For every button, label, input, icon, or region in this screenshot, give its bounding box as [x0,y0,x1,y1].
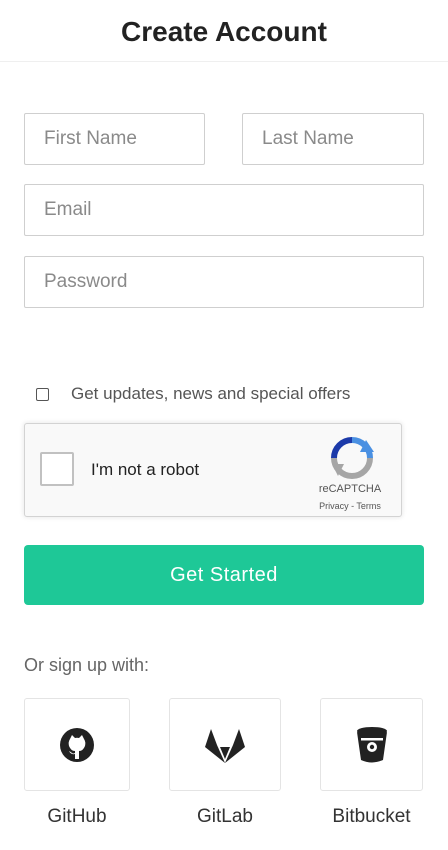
newsletter-optin[interactable]: Get updates, news and special offers [36,383,350,405]
last-name-field[interactable] [242,113,424,165]
social-signup-heading: Or sign up with: [24,655,150,675]
recaptcha-logo-icon [331,437,374,479]
bitbucket-icon [356,726,387,762]
recaptcha-privacy-terms[interactable]: Privacy - Terms [295,500,405,512]
bitbucket-label: Bitbucket [332,806,411,827]
newsletter-label: Get updates, news and special offers [71,384,351,403]
password-field[interactable] [24,256,424,308]
github-label: GitHub [47,806,107,827]
email-field[interactable] [24,184,424,236]
github-icon [60,727,94,762]
gitlab-signup-button[interactable] [169,698,281,791]
recaptcha-widget: I'm not a robot reCAPTCHA Privacy - Term… [24,423,402,517]
first-name-field[interactable] [24,113,205,165]
newsletter-checkbox[interactable] [36,387,49,401]
recaptcha-brand: reCAPTCHA [318,483,382,495]
get-started-button[interactable]: Get Started [24,545,424,605]
gitlab-icon [205,728,245,763]
github-signup-button[interactable] [24,698,130,791]
recaptcha-checkbox[interactable] [40,452,74,486]
page-title: Create Account [121,16,327,47]
recaptcha-label: I'm not a robot [91,460,200,479]
header: Create Account [0,0,448,62]
gitlab-label: GitLab [197,806,253,827]
bitbucket-signup-button[interactable] [320,698,423,791]
